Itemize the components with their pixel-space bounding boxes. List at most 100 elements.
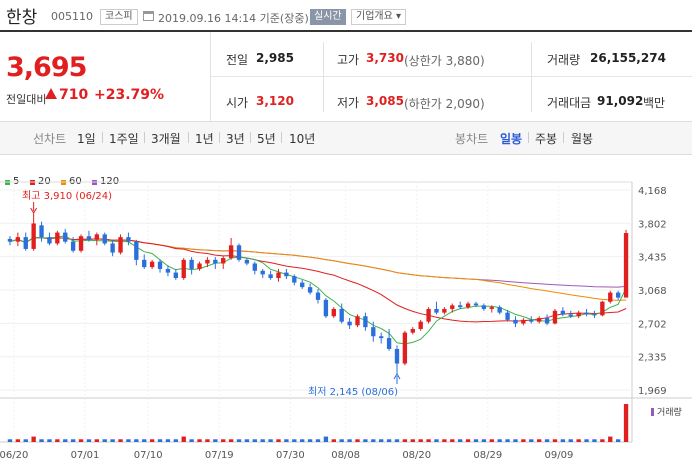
candle-body <box>489 307 494 309</box>
volume-bar <box>323 436 329 442</box>
y-tick-label: 1,969 <box>638 386 667 397</box>
candle-body <box>584 312 589 315</box>
candle-body <box>568 314 573 317</box>
candle-body <box>284 272 289 277</box>
candle-body <box>47 237 52 244</box>
volume-bar <box>149 439 155 442</box>
x-tick-label: 08/29 <box>473 450 502 461</box>
candle-body <box>78 236 84 251</box>
volume-bar <box>576 439 581 442</box>
y-tick-label: 4,168 <box>638 186 667 197</box>
candle-body <box>552 310 558 324</box>
volume-bar <box>315 439 321 442</box>
volume-bar <box>31 436 36 442</box>
volume-bar <box>371 439 376 442</box>
volume-bar <box>165 439 171 442</box>
candle-body <box>371 327 376 337</box>
volume-bar <box>458 439 463 442</box>
candle-body <box>394 348 400 364</box>
y-tick-label: 3,068 <box>638 286 667 297</box>
candle-body <box>134 241 139 260</box>
volume-bar <box>213 439 218 442</box>
volume-bar <box>118 439 123 442</box>
x-tick-label: 07/19 <box>205 450 234 461</box>
volume-bar <box>221 439 226 442</box>
volume-bar <box>544 439 550 442</box>
volume-bar <box>402 439 408 442</box>
volume-bar <box>379 439 384 442</box>
volume-bar <box>236 439 242 442</box>
candle-body <box>165 268 171 273</box>
candle-body <box>149 261 155 268</box>
candle-body <box>347 321 352 326</box>
volume-bar <box>181 436 186 442</box>
volume-bar <box>584 439 589 442</box>
volume-bar <box>292 439 297 442</box>
candle-body <box>600 301 605 316</box>
candle-body <box>300 282 305 288</box>
volume-bar <box>197 439 202 442</box>
candle-body <box>442 308 447 313</box>
candle-body <box>118 237 123 253</box>
volume-bar <box>473 439 479 442</box>
candle-body <box>434 308 439 313</box>
candle-body <box>205 259 210 264</box>
volume-bar <box>276 439 281 442</box>
volume-bar <box>244 439 250 442</box>
candle-body <box>465 303 471 308</box>
volume-bar <box>78 439 84 442</box>
candle-body <box>110 243 115 253</box>
candle-body <box>592 314 597 316</box>
volume-bar <box>86 439 92 442</box>
candle-body <box>544 318 550 324</box>
volume-bar <box>513 439 518 442</box>
volume-bar <box>94 439 100 442</box>
x-tick-label: 07/10 <box>134 450 163 461</box>
volume-bar <box>552 439 558 442</box>
x-tick-label: 09/09 <box>544 450 573 461</box>
volume-bar <box>307 439 313 442</box>
ma20-line <box>9 237 627 323</box>
volume-bar <box>55 439 60 442</box>
volume-bar <box>560 439 566 442</box>
y-tick-label: 3,435 <box>638 253 667 264</box>
candle-body <box>236 245 242 260</box>
candle-body <box>379 336 384 339</box>
volume-bar <box>347 439 352 442</box>
candle-body <box>402 332 408 364</box>
candle-body <box>157 261 163 269</box>
candle-body <box>260 270 265 275</box>
x-tick-label: 08/20 <box>402 450 431 461</box>
volume-bar <box>615 439 621 442</box>
candle-body <box>142 259 147 268</box>
candle-body <box>529 319 534 322</box>
candle-body <box>15 237 21 242</box>
volume-bar <box>205 439 210 442</box>
candle-body <box>292 276 297 283</box>
volume-bar <box>608 436 613 442</box>
volume-bar <box>47 439 52 442</box>
volume-bar <box>363 439 368 442</box>
candle-body <box>608 292 613 302</box>
candle-body <box>339 308 344 322</box>
x-tick-label: 06/20 <box>0 450 28 461</box>
volume-bar <box>529 439 534 442</box>
candle-body <box>315 292 321 300</box>
x-tick-label: 07/30 <box>276 450 305 461</box>
volume-bar <box>134 439 139 442</box>
volume-bar <box>173 439 178 442</box>
volume-bar <box>39 439 44 442</box>
candle-body <box>505 312 510 320</box>
y-tick-label: 2,702 <box>638 319 667 330</box>
y-tick-label: 2,335 <box>638 353 667 364</box>
candle-body <box>126 237 131 242</box>
volume-bar <box>252 439 257 442</box>
candle-body <box>221 258 226 264</box>
volume-bar <box>284 439 289 442</box>
candle-body <box>102 234 107 244</box>
ma120-line <box>9 237 627 288</box>
volume-bar <box>189 439 194 442</box>
volume-bar <box>450 439 455 442</box>
candle-body <box>173 272 178 279</box>
volume-bar <box>228 439 234 442</box>
